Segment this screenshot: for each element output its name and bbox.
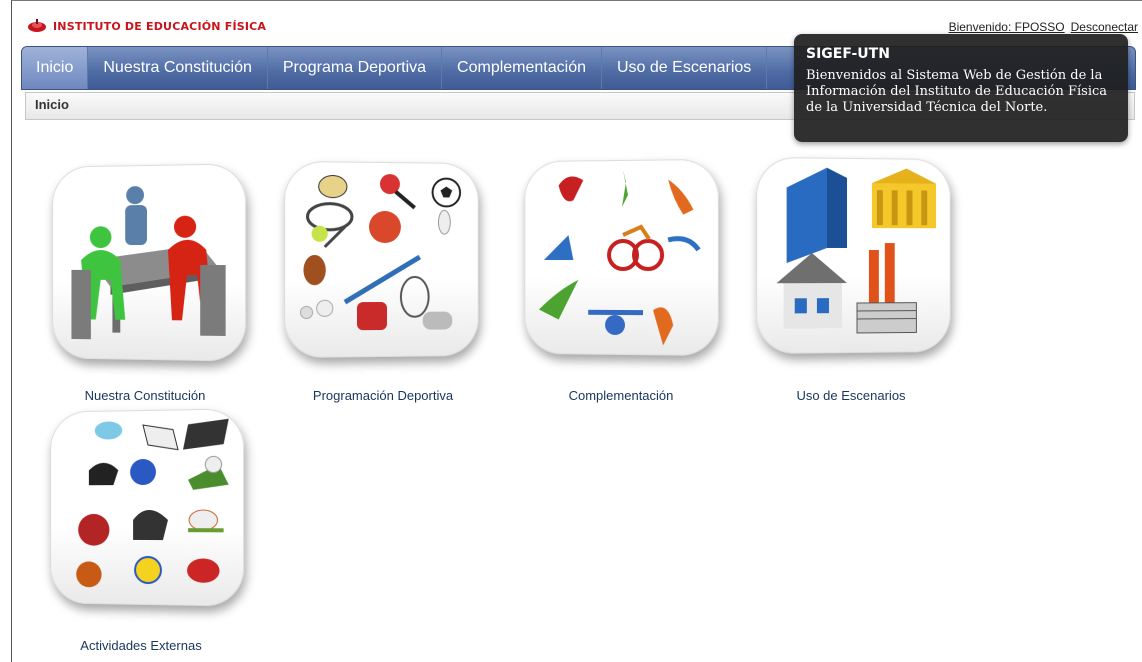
tile-caption[interactable]: Programación Deportiva <box>263 388 503 403</box>
info-tooltip: SIGEF-UTN Bienvenidos al Sistema Web de … <box>794 34 1128 142</box>
tile-caption[interactable]: Actividades Externas <box>21 638 261 653</box>
meeting-icon[interactable] <box>52 163 247 362</box>
nav-item-inicio[interactable]: Inicio <box>22 47 89 89</box>
buildings-icon[interactable] <box>756 156 951 355</box>
nav-item-uso-de-escenarios[interactable]: Uso de Escenarios <box>602 47 768 89</box>
nav-item-programa-deportiva[interactable]: Programa Deportiva <box>268 47 443 89</box>
sport-gear-icon[interactable] <box>50 408 245 607</box>
user-bar: Bienvenido: FPOSSO Desconectar <box>949 20 1138 34</box>
logo-text: INSTITUTO DE EDUCACIÓN FÍSICA <box>53 19 267 33</box>
athletes-icon[interactable] <box>524 158 719 357</box>
logout-link[interactable]: Desconectar <box>1071 20 1138 34</box>
tile-caption[interactable]: Nuestra Constitución <box>25 388 265 403</box>
tooltip-body: Bienvenidos al Sistema Web de Gestión de… <box>806 68 1108 115</box>
tooltip-title: SIGEF-UTN <box>806 46 890 62</box>
sports-equipment-icon[interactable] <box>284 160 479 359</box>
institute-logo[interactable]: INSTITUTO DE EDUCACIÓN FÍSICA <box>27 19 266 33</box>
logo-emblem-icon <box>28 19 46 32</box>
tile-caption[interactable]: Uso de Escenarios <box>731 388 971 403</box>
nav-item-nuestra-constitucion[interactable]: Nuestra Constitución <box>88 47 268 89</box>
breadcrumb-current: Inicio <box>35 97 69 112</box>
nav-item-complementacion[interactable]: Complementación <box>442 47 602 89</box>
tile-caption[interactable]: Complementación <box>501 388 741 403</box>
welcome-user-link[interactable]: Bienvenido: FPOSSO <box>949 20 1065 34</box>
